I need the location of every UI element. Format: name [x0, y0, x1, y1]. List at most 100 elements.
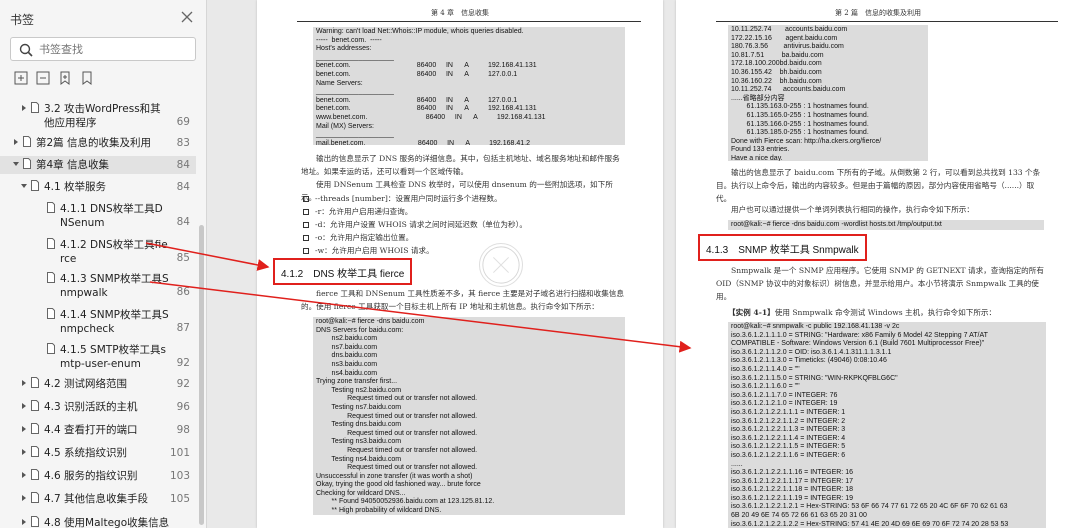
expand-all-icon[interactable] — [14, 71, 28, 85]
bookmark-item-4[interactable]: 第4章 信息收集 84 — [0, 156, 196, 174]
collapsed-arrow-icon[interactable] — [20, 494, 28, 502]
header-rule — [716, 21, 1058, 22]
bookmark-page-number: 101 — [169, 447, 190, 459]
bookmark-page-number: 87 — [176, 322, 190, 334]
watermark-stamp — [479, 243, 523, 287]
document-icon — [47, 272, 55, 283]
document-icon — [47, 308, 55, 319]
bookmark-item-4-1-1-dns-dnsenum[interactable]: 4.1.1 DNS枚举工具DNSenum 84 — [0, 200, 196, 230]
bookmark-item-4-1-2-dns-fierce[interactable]: 4.1.2 DNS枚举工具fierce 85 — [0, 236, 196, 266]
bookmark-icon[interactable] — [80, 71, 94, 85]
bookmark-item-3-2-wordpress[interactable]: 3.2 攻击WordPress和其他应用程序 69 — [0, 100, 196, 130]
option-item: -d：允许用户设置 WHOIS 请求之间时间延迟数（单位为秒）。 — [303, 219, 527, 230]
bookmark-search-input[interactable] — [39, 41, 189, 57]
bookmark-label: 4.1.3 SNMP枚举工具Snmpwalk — [60, 273, 169, 299]
document-icon — [47, 202, 55, 213]
sidebar-title: 书签 — [10, 13, 35, 27]
bookmark-page-number: 84 — [176, 181, 190, 193]
paragraph: 输出的信息显示了 DNS 服务的详细信息。其中，包括主机地址、域名服务地址和邮件… — [301, 154, 620, 176]
document-icon — [47, 343, 55, 354]
option-item: -r：允许用户启用递归查询。 — [303, 206, 412, 217]
document-icon — [31, 377, 39, 388]
bookmark-label: 4.1.4 SNMP枚举工具Snmpcheck — [60, 309, 169, 335]
pdf-page-left: 第 4 章 信息收集 Warning: can't load Net::Whoi… — [257, 0, 663, 528]
bookmark-page-number: 86 — [176, 286, 190, 298]
bookmark-item-4-7[interactable]: 4.7 其他信息收集手段 105 — [0, 490, 196, 508]
option-item: -w：允许用户启用 WHOIS 请求。 — [303, 245, 434, 256]
bookmark-item-4-2[interactable]: 4.2 测试网络范围 92 — [0, 375, 196, 393]
bookmark-item-4-1-4-snmp-snmpcheck[interactable]: 4.1.4 SNMP枚举工具Snmpcheck 87 — [0, 306, 196, 336]
command-line: root@kali:~# fierce -dns baidu.com -word… — [728, 220, 1044, 230]
bookmark-item-4-4[interactable]: 4.4 查看打开的端口 98 — [0, 421, 196, 439]
bookmark-page-number: 92 — [176, 357, 190, 369]
bookmark-item-4-6[interactable]: 4.6 服务的指纹识别 103 — [0, 467, 196, 485]
bookmark-label: 4.1.1 DNS枚举工具DNSenum — [60, 203, 163, 229]
bookmark-page-number: 98 — [176, 424, 190, 436]
bookmark-label: 4.5 系统指纹识别 — [44, 447, 128, 459]
bookmark-label: 第2篇 信息的收集及利用 — [36, 137, 152, 149]
document-icon — [31, 423, 39, 434]
bookmark-sidebar: 书签 3.2 攻击WordPress和其他应用程序 69 第2篇 信息的收集及利用 8… — [0, 0, 207, 528]
bookmark-page-number: 83 — [176, 137, 190, 149]
collapsed-arrow-icon[interactable] — [20, 471, 28, 479]
expanded-arrow-icon[interactable] — [12, 160, 20, 168]
pdf-viewer: 书签 3.2 攻击WordPress和其他应用程序 69 第2篇 信息的收集及利用 8… — [0, 0, 1080, 528]
header-rule — [297, 21, 641, 22]
sidebar-scrollbar[interactable] — [199, 225, 204, 525]
document-icon — [23, 136, 31, 147]
paragraph: 用户也可以通过提供一个单词列表执行相同的操作，执行命令如下所示： — [731, 205, 974, 214]
example-text: 使用 Snmpwalk 命令测试 Windows 主机，执行命令如下所示： — [774, 308, 997, 317]
section-heading-snmpwalk: 4.1.3 SNMP 枚举工具 Snmpwalk — [698, 234, 867, 261]
code-block-fierce: root@kali:~# fierce -dns baidu.com DNS S… — [313, 317, 625, 515]
paragraph: Snmpwalk 是一个 SNMP 应用程序。它使用 SNMP 的 GETNEX… — [716, 266, 1044, 301]
page-header: 第 4 章 信息收集 — [431, 9, 489, 17]
bookmark-item-4-1-3-snmp-snmpwalk[interactable]: 4.1.3 SNMP枚举工具Snmpwalk 86 — [0, 270, 196, 300]
bookmark-label: 4.8 使用Maltego收集信息 — [44, 517, 170, 528]
bookmark-label: 3.2 攻击WordPress和其他应用程序 — [44, 103, 161, 129]
search-icon — [19, 43, 33, 57]
document-icon — [31, 469, 39, 480]
bookmark-page-number: 85 — [176, 252, 190, 264]
page-header: 第 2 篇 信息的收集及利用 — [835, 9, 921, 17]
collapsed-arrow-icon[interactable] — [20, 448, 28, 456]
bookmark-page-number: 105 — [169, 493, 190, 505]
code-block-snmpwalk: root@kali:~# snmpwalk -c public 192.168.… — [728, 322, 1046, 528]
collapsed-arrow-icon[interactable] — [20, 402, 28, 410]
bookmark-label: 4.2 测试网络范围 — [44, 378, 128, 390]
document-icon — [47, 238, 55, 249]
code-block-dnsenum: Warning: can't load Net::Whois::IP modul… — [313, 27, 625, 145]
code-block-fierce-output: 10.11.252.74 accounts.baidu.com 172.22.1… — [728, 25, 928, 161]
bookmark-search-field[interactable] — [10, 37, 196, 61]
collapsed-arrow-icon[interactable] — [20, 425, 28, 433]
bookmark-item-4-1-5-smtp-smtp-user-enum[interactable]: 4.1.5 SMTP枚举工具smtp-user-enum 92 — [0, 341, 196, 371]
example-line: 【实例 4-1】使用 Snmpwalk 命令测试 Windows 主机，执行命令… — [728, 306, 1046, 319]
bookmark-label: 4.1 枚举服务 — [44, 181, 107, 193]
document-icon — [31, 492, 39, 503]
option-item: -o：允许用户指定输出位置。 — [303, 232, 413, 243]
collapsed-arrow-icon[interactable] — [12, 138, 20, 146]
bookmark-label: 4.4 查看打开的端口 — [44, 424, 138, 436]
document-icon — [31, 102, 39, 113]
bookmark-page-number: 84 — [176, 216, 190, 228]
document-icon — [31, 516, 39, 527]
document-icon — [31, 180, 39, 191]
bookmark-item-2[interactable]: 第2篇 信息的收集及利用 83 — [0, 134, 196, 152]
paragraph: 输出的信息显示了 baidu.com 下所有的子域。从倒数第 2 行，可以看到总… — [716, 168, 1041, 203]
bookmark-item-4-8-maltego[interactable]: 4.8 使用Maltego收集信息106 — [0, 514, 196, 528]
pdf-page-right: 第 2 篇 信息的收集及利用 10.11.252.74 accounts.bai… — [676, 0, 1080, 528]
section-heading-fierce: 4.1.2 DNS 枚举工具 fierce — [273, 258, 413, 285]
collapsed-arrow-icon[interactable] — [20, 518, 28, 526]
expanded-arrow-icon[interactable] — [20, 182, 28, 190]
bookmark-item-4-3[interactable]: 4.3 识别活跃的主机 96 — [0, 398, 196, 416]
bookmark-item-4-5[interactable]: 4.5 系统指纹识别 101 — [0, 444, 196, 462]
option-item: --threads [number]：设置用户同时运行多个进程数。 — [303, 193, 502, 204]
collapsed-arrow-icon[interactable] — [20, 104, 28, 112]
example-label: 【实例 4-1】 — [728, 308, 775, 317]
collapsed-arrow-icon[interactable] — [20, 379, 28, 387]
collapse-all-icon[interactable] — [36, 71, 50, 85]
bookmark-page-number: 92 — [176, 378, 190, 390]
bookmark-item-4-1[interactable]: 4.1 枚举服务 84 — [0, 178, 196, 196]
bookmark-page-number: 103 — [169, 470, 190, 482]
add-bookmark-icon[interactable] — [58, 71, 72, 85]
close-icon[interactable] — [180, 10, 194, 24]
